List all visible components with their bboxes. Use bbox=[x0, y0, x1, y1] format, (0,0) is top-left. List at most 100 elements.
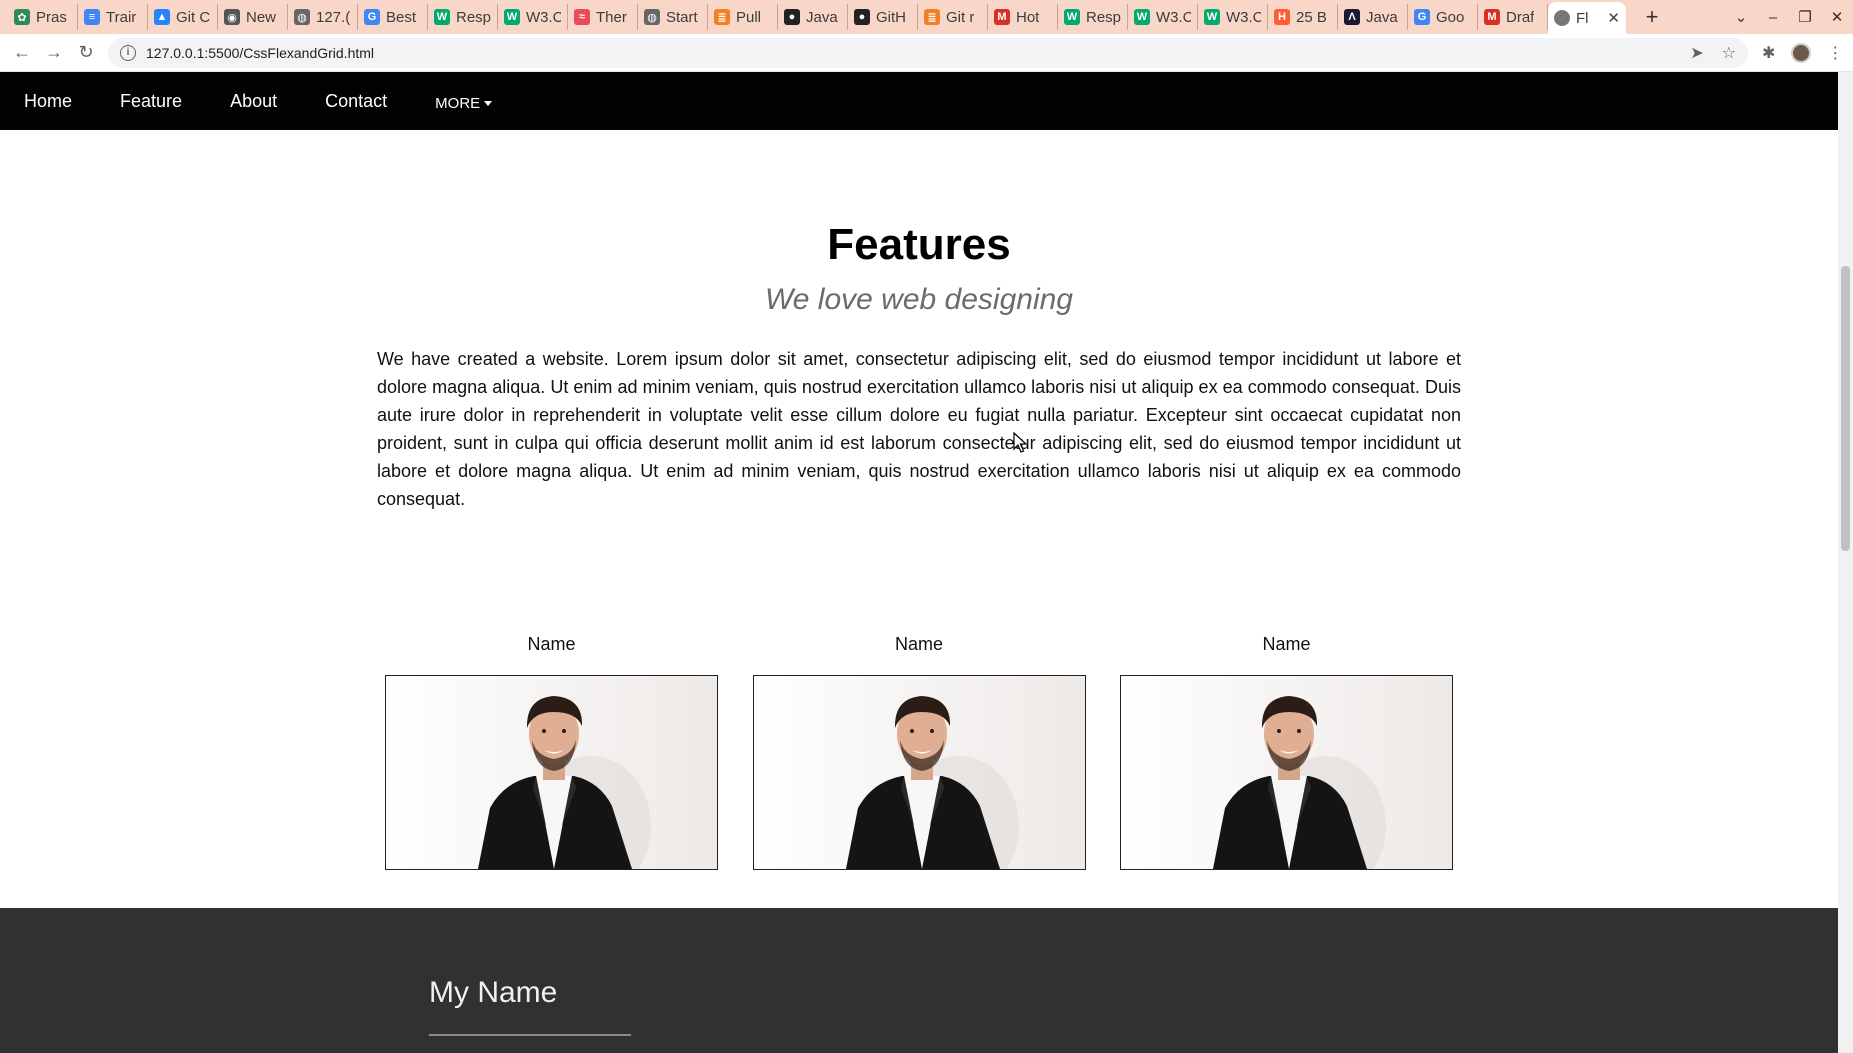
browser-tab[interactable]: ● Java bbox=[778, 4, 848, 30]
browser-tab[interactable]: G Best bbox=[358, 4, 428, 30]
browser-tab[interactable]: ≈ Ther bbox=[568, 4, 638, 30]
tab-title: Resp bbox=[456, 8, 491, 26]
card-name: Name bbox=[527, 634, 576, 654]
page-scrollbar[interactable] bbox=[1838, 72, 1853, 1053]
browser-tab[interactable]: ≣ Git r bbox=[918, 4, 988, 30]
browser-tab[interactable]: W W3.C bbox=[498, 4, 568, 30]
page-footer: My Name bbox=[0, 908, 1838, 1053]
wave-icon: ≈ bbox=[574, 9, 590, 25]
tab-active[interactable]: Fl ✕ bbox=[1548, 2, 1626, 34]
tab-title: Trair bbox=[106, 8, 137, 26]
browser-tab[interactable]: W Resp bbox=[1058, 4, 1128, 30]
close-window-icon[interactable]: ✕ bbox=[1821, 8, 1853, 26]
back-icon[interactable]: ← bbox=[6, 42, 38, 63]
nav-home[interactable]: Home bbox=[0, 91, 96, 112]
tab-title: Fl bbox=[1576, 9, 1589, 27]
w3schools-icon: W bbox=[434, 9, 450, 25]
restore-icon[interactable]: ❐ bbox=[1789, 8, 1821, 26]
tab-title: Best bbox=[386, 8, 417, 26]
globe-icon: ◍ bbox=[644, 9, 660, 25]
browser-tab[interactable]: Λ Java bbox=[1338, 4, 1408, 30]
person-photo bbox=[385, 675, 718, 870]
minimize-icon[interactable]: – bbox=[1757, 9, 1789, 26]
google-icon: G bbox=[1414, 9, 1430, 25]
tab-title: Goo bbox=[1436, 8, 1465, 26]
nav-about[interactable]: About bbox=[206, 91, 301, 112]
browser-tab[interactable]: M Draf bbox=[1478, 4, 1548, 30]
features-paragraph: We have created a website. Lorem ipsum d… bbox=[377, 349, 1461, 509]
browser-tab[interactable]: ◉ New bbox=[218, 4, 288, 30]
profile-avatar[interactable] bbox=[1791, 42, 1812, 63]
browser-tab[interactable]: ◍ 127.( bbox=[288, 4, 358, 30]
browser-tab[interactable]: G Goo bbox=[1408, 4, 1478, 30]
github-icon: ● bbox=[784, 9, 800, 25]
globe-icon bbox=[1554, 10, 1570, 26]
browser-tab[interactable]: W W3.C bbox=[1198, 4, 1268, 30]
leaf-icon: ✿ bbox=[14, 9, 30, 25]
tab-title: W3.C bbox=[1156, 8, 1191, 26]
browser-tab[interactable]: ≣ Pull bbox=[708, 4, 778, 30]
tab-title: Ther bbox=[596, 8, 627, 26]
person-photo bbox=[1120, 675, 1453, 870]
profile-card: Name bbox=[752, 632, 1086, 870]
bookmark-star-icon[interactable]: ☆ bbox=[1722, 43, 1736, 63]
gmail-icon: M bbox=[994, 9, 1010, 25]
tab-title: 127.( bbox=[316, 8, 351, 26]
tab-title: Pull bbox=[736, 8, 762, 26]
close-tab-icon[interactable]: ✕ bbox=[1607, 9, 1620, 27]
features-subtitle: We love web designing bbox=[765, 283, 1073, 316]
browser-tab[interactable]: M Hot bbox=[988, 4, 1058, 30]
tab-title: Resp bbox=[1086, 8, 1121, 26]
menu-kebab-icon[interactable]: ⋮ bbox=[1827, 43, 1843, 63]
tab-title: 25 B bbox=[1296, 8, 1327, 26]
scrollbar-thumb[interactable] bbox=[1841, 266, 1850, 551]
person-photo bbox=[752, 675, 1086, 870]
tab-title: Java bbox=[806, 8, 838, 26]
forward-icon[interactable]: → bbox=[38, 42, 70, 63]
github-icon: ● bbox=[854, 9, 870, 25]
chrome-icon: ◉ bbox=[224, 9, 240, 25]
reload-icon[interactable]: ↻ bbox=[70, 42, 102, 63]
browser-tab[interactable]: ▲ Git C bbox=[148, 4, 218, 30]
mouse-pointer-icon bbox=[1013, 432, 1027, 453]
address-bar[interactable]: i 127.0.0.1:5500/CssFlexandGrid.html ➤ ☆ bbox=[108, 37, 1748, 68]
browser-tab[interactable]: ● GitH bbox=[848, 4, 918, 30]
tab-title: W3.C bbox=[1226, 8, 1261, 26]
browser-tab[interactable]: H 25 B bbox=[1268, 4, 1338, 30]
browser-tab[interactable]: ◍ Start bbox=[638, 4, 708, 30]
w3schools-icon: W bbox=[1204, 9, 1220, 25]
site-info-icon[interactable]: i bbox=[120, 44, 136, 61]
profile-cards: Name Name Name bbox=[385, 632, 1453, 870]
jd-icon: Λ bbox=[1344, 9, 1360, 25]
extensions-icon[interactable]: ✱ bbox=[1762, 43, 1775, 63]
docs-icon: ≡ bbox=[84, 9, 100, 25]
browser-tab[interactable]: ✿ Pras bbox=[8, 4, 78, 30]
page-viewport: Home Feature About Contact MORE Features… bbox=[0, 72, 1838, 1053]
browser-tab[interactable]: W Resp bbox=[428, 4, 498, 30]
profile-card: Name bbox=[385, 632, 718, 870]
browser-tab[interactable]: ≡ Trair bbox=[78, 4, 148, 30]
tab-title: Pras bbox=[36, 8, 67, 26]
footer-title: My Name bbox=[429, 976, 558, 1009]
tab-title: GitH bbox=[876, 8, 906, 26]
tab-list: ✿ Pras ≡ Trair ▲ Git C ◉ New ◍ 127.(G Best W Resp W W3… bbox=[8, 4, 1548, 30]
send-icon[interactable]: ➤ bbox=[1690, 43, 1703, 63]
tab-title: Java bbox=[1366, 8, 1398, 26]
browser-tab[interactable]: W W3.C bbox=[1128, 4, 1198, 30]
w3schools-icon: W bbox=[504, 9, 520, 25]
url-text[interactable]: 127.0.0.1:5500/CssFlexandGrid.html bbox=[146, 45, 1690, 61]
nav-more-label: MORE bbox=[435, 94, 481, 112]
stack-icon: ≣ bbox=[714, 9, 730, 25]
tab-search-icon[interactable]: ⌄ bbox=[1725, 8, 1757, 26]
profile-card: Name bbox=[1120, 632, 1453, 870]
tab-title: W3.C bbox=[526, 8, 561, 26]
atlassian-icon: ▲ bbox=[154, 9, 170, 25]
tab-title: New bbox=[246, 8, 277, 26]
nav-more-dropdown[interactable]: MORE bbox=[435, 94, 493, 112]
nav-feature[interactable]: Feature bbox=[96, 91, 206, 112]
new-tab-button[interactable]: + bbox=[1640, 4, 1664, 30]
tab-title: Hot bbox=[1016, 8, 1040, 26]
tab-title: Git r bbox=[946, 8, 975, 26]
w3schools-icon: W bbox=[1134, 9, 1150, 25]
nav-contact[interactable]: Contact bbox=[301, 91, 411, 112]
